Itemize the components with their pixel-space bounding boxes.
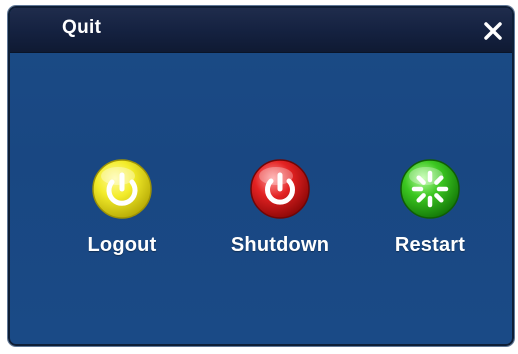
- dialog-titlebar: Quit: [10, 8, 512, 53]
- shutdown-button[interactable]: Shutdown: [210, 158, 350, 257]
- restart-label: Restart: [394, 234, 466, 256]
- restart-button[interactable]: Restart: [360, 158, 500, 257]
- quit-actions: Logout Shutdown Restart: [10, 158, 512, 278]
- logout-power-icon: [92, 159, 152, 219]
- shutdown-label: Shutdown: [230, 234, 330, 256]
- close-button[interactable]: [478, 16, 508, 46]
- quit-dialog: Quit Logout Shutdown Restart: [8, 6, 514, 346]
- dialog-title: Quit: [62, 17, 102, 38]
- logout-label: Logout: [87, 234, 157, 256]
- restart-spinner-icon: [400, 159, 460, 219]
- shutdown-power-icon: [250, 159, 310, 219]
- close-icon: [484, 22, 502, 40]
- logout-button[interactable]: Logout: [52, 158, 192, 257]
